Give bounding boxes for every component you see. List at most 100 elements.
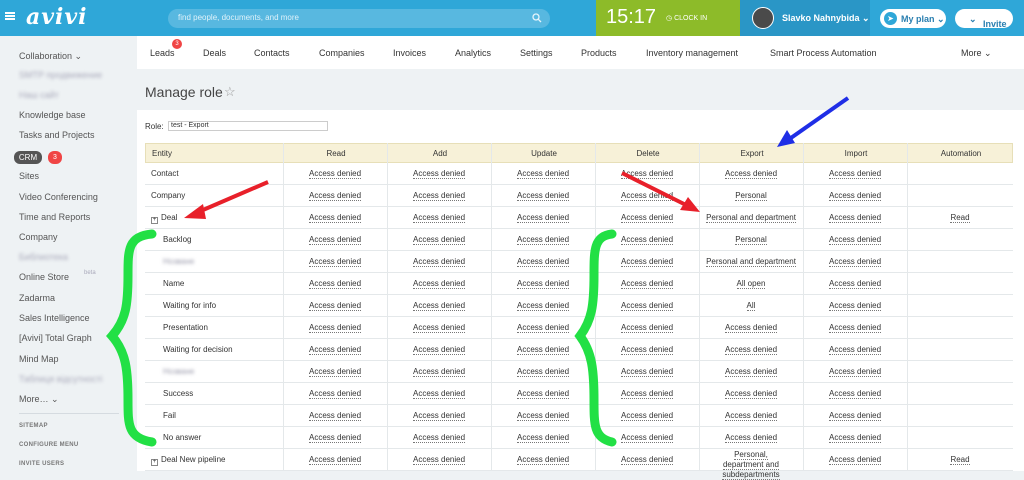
permission-cell[interactable]: Access denied xyxy=(803,323,907,333)
permission-cell[interactable]: Access denied xyxy=(491,455,595,465)
permission-cell[interactable]: Access denied xyxy=(491,279,595,289)
user-name[interactable]: Slavko Nahnybida ⌄ xyxy=(782,13,870,24)
permission-cell[interactable]: Personal, department and subdepartments xyxy=(699,450,803,480)
permission-cell[interactable]: Access denied xyxy=(595,279,699,289)
sidebar-item[interactable]: Sales Intelligence xyxy=(19,313,90,323)
expand-icon[interactable]: + xyxy=(151,459,158,466)
permission-cell[interactable]: Read xyxy=(907,455,1013,465)
user-menu[interactable]: Slavko Nahnybida ⌄ xyxy=(740,0,870,36)
sidebar-item[interactable]: Наш сайт xyxy=(19,90,59,100)
tab-companies[interactable]: Companies xyxy=(319,48,365,58)
sidebar-item[interactable]: More… ⌄ xyxy=(19,394,59,405)
permission-cell[interactable]: Access denied xyxy=(699,345,803,355)
permission-cell[interactable]: Access denied xyxy=(491,345,595,355)
permission-cell[interactable]: Access denied xyxy=(283,323,387,333)
sidebar-item[interactable]: Online Store xyxy=(19,272,69,282)
permission-cell[interactable]: Access denied xyxy=(387,213,491,223)
permission-cell[interactable]: Access denied xyxy=(595,323,699,333)
permission-cell[interactable]: Access denied xyxy=(803,433,907,443)
permission-cell[interactable]: Access denied xyxy=(699,367,803,377)
permission-cell[interactable]: Access denied xyxy=(699,433,803,443)
permission-cell[interactable]: Access denied xyxy=(491,169,595,179)
tab-more[interactable]: More ⌄ xyxy=(961,48,992,59)
permission-cell[interactable]: Access denied xyxy=(387,389,491,399)
tab-products[interactable]: Products xyxy=(581,48,617,58)
permission-cell[interactable]: Access denied xyxy=(803,455,907,465)
permission-cell[interactable]: Access denied xyxy=(803,191,907,201)
permission-cell[interactable]: Access denied xyxy=(387,279,491,289)
avatar[interactable] xyxy=(752,7,774,29)
permission-cell[interactable]: Access denied xyxy=(387,411,491,421)
sidebar-item[interactable]: Collaboration ⌄ xyxy=(19,51,82,62)
permission-cell[interactable]: Access denied xyxy=(283,301,387,311)
permission-cell[interactable]: Access denied xyxy=(387,345,491,355)
clock-in-label[interactable]: ◷ CLOCK IN xyxy=(666,14,707,22)
tab-analytics[interactable]: Analytics xyxy=(455,48,491,58)
permission-cell[interactable]: Access denied xyxy=(283,367,387,377)
permission-cell[interactable]: Access denied xyxy=(803,235,907,245)
permission-cell[interactable]: Personal xyxy=(699,191,803,201)
tab-invoices[interactable]: Invoices xyxy=(393,48,426,58)
permission-cell[interactable]: Access denied xyxy=(491,301,595,311)
sidebar-item[interactable]: Таблиця відсутності xyxy=(19,374,102,384)
permission-cell[interactable]: Access denied xyxy=(283,235,387,245)
permission-cell[interactable]: Access denied xyxy=(283,345,387,355)
sidebar-footer-link[interactable]: SITEMAP xyxy=(19,423,48,429)
permission-cell[interactable]: Access denied xyxy=(387,433,491,443)
permission-cell[interactable]: Access denied xyxy=(491,213,595,223)
sidebar-item[interactable]: SMTP продвижение xyxy=(19,70,102,80)
permission-cell[interactable]: Access denied xyxy=(387,235,491,245)
permission-cell[interactable]: Access denied xyxy=(803,279,907,289)
clock-widget[interactable]: 15:17 ◷ CLOCK IN xyxy=(596,0,740,36)
sidebar-item[interactable]: Company xyxy=(19,232,58,242)
permission-cell[interactable]: Access denied xyxy=(803,257,907,267)
permission-cell[interactable]: All xyxy=(699,301,803,311)
sidebar-item-crm[interactable]: CRM xyxy=(14,151,42,164)
permission-cell[interactable]: Access denied xyxy=(283,389,387,399)
permission-cell[interactable]: Personal xyxy=(699,235,803,245)
permission-cell[interactable]: Access denied xyxy=(491,257,595,267)
permission-cell[interactable]: Access denied xyxy=(387,455,491,465)
tab-leads[interactable]: Leads xyxy=(150,48,175,58)
permission-cell[interactable]: Access denied xyxy=(803,389,907,399)
sidebar-item[interactable]: Zadarma xyxy=(19,293,55,303)
permission-cell[interactable]: Access denied xyxy=(803,213,907,223)
role-input[interactable]: test - Export xyxy=(168,121,328,131)
sidebar-footer-link[interactable]: CONFIGURE MENU xyxy=(19,442,79,448)
search-icon[interactable] xyxy=(532,13,542,23)
permission-cell[interactable]: Access denied xyxy=(595,169,699,179)
permission-cell[interactable]: Access denied xyxy=(595,257,699,267)
permission-cell[interactable]: Access denied xyxy=(387,323,491,333)
permission-cell[interactable]: Access denied xyxy=(699,411,803,421)
permission-cell[interactable]: Access denied xyxy=(699,389,803,399)
permission-cell[interactable]: Access denied xyxy=(283,169,387,179)
tab-smart-process-automation[interactable]: Smart Process Automation xyxy=(770,48,877,58)
permission-cell[interactable]: Personal and department xyxy=(699,257,803,267)
permission-cell[interactable]: Access denied xyxy=(491,367,595,377)
permission-cell[interactable]: Access denied xyxy=(595,213,699,223)
sidebar-item[interactable]: Библиотека xyxy=(19,252,68,262)
sidebar-item[interactable]: Tasks and Projects xyxy=(19,130,95,140)
tab-inventory-management[interactable]: Inventory management xyxy=(646,48,738,58)
my-plan-button[interactable]: ➤ My plan ⌄ xyxy=(880,9,946,28)
tab-deals[interactable]: Deals xyxy=(203,48,226,58)
sidebar-footer-link[interactable]: INVITE USERS xyxy=(19,461,64,467)
permission-cell[interactable]: Access denied xyxy=(595,389,699,399)
permission-cell[interactable]: Access denied xyxy=(283,433,387,443)
permission-cell[interactable]: Access denied xyxy=(387,169,491,179)
expand-icon[interactable]: + xyxy=(151,217,158,224)
permission-cell[interactable]: Access denied xyxy=(595,345,699,355)
permission-cell[interactable]: Access denied xyxy=(595,191,699,201)
sidebar-item[interactable]: Time and Reports xyxy=(19,212,90,222)
permission-cell[interactable]: Access denied xyxy=(699,169,803,179)
search-input[interactable]: find people, documents, and more xyxy=(168,9,550,28)
permission-cell[interactable]: Access denied xyxy=(491,389,595,399)
permission-cell[interactable]: Access denied xyxy=(803,367,907,377)
permission-cell[interactable]: Access denied xyxy=(595,433,699,443)
permission-cell[interactable]: Personal and department xyxy=(699,213,803,223)
permission-cell[interactable]: Read xyxy=(907,213,1013,223)
permission-cell[interactable]: Access denied xyxy=(283,191,387,201)
permission-cell[interactable]: Access denied xyxy=(491,411,595,421)
permission-cell[interactable]: Access denied xyxy=(595,455,699,465)
permission-cell[interactable]: Access denied xyxy=(491,191,595,201)
